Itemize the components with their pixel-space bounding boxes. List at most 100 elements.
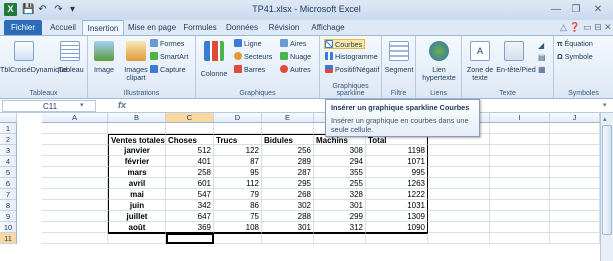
tab-donnees[interactable]: Données xyxy=(222,20,262,35)
row-header[interactable]: 4 xyxy=(0,156,17,167)
row-header[interactable]: 2 xyxy=(0,134,17,145)
table-cell[interactable]: 342 xyxy=(166,200,214,211)
column-header[interactable]: E xyxy=(262,113,314,123)
grid-cell[interactable] xyxy=(428,167,490,178)
vertical-scrollbar[interactable]: ▴ xyxy=(600,113,613,261)
table-cell[interactable]: 112 xyxy=(214,178,262,189)
row-header[interactable]: 7 xyxy=(0,189,17,200)
grid-cell[interactable] xyxy=(42,167,108,178)
table-cell[interactable]: 87 xyxy=(214,156,262,167)
column-header[interactable]: B xyxy=(108,113,166,123)
table-cell[interactable]: 1090 xyxy=(366,222,428,233)
autres-button[interactable]: Autres xyxy=(280,65,311,75)
symbole-button[interactable]: Ω Symbole xyxy=(557,52,593,62)
grid-cell[interactable] xyxy=(166,233,214,244)
grid-cell[interactable] xyxy=(490,123,550,134)
grid-cell[interactable] xyxy=(428,222,490,233)
grid-cell[interactable] xyxy=(314,233,366,244)
table-cell[interactable]: 547 xyxy=(166,189,214,200)
grid-cell[interactable] xyxy=(42,156,108,167)
table-header-cell[interactable]: Trucs xyxy=(214,134,262,145)
formes-button[interactable]: Formes xyxy=(150,39,184,49)
table-cell[interactable]: 1071 xyxy=(366,156,428,167)
scroll-up-icon[interactable]: ▴ xyxy=(603,115,611,123)
table-cell[interactable]: 95 xyxy=(214,167,262,178)
grid-cell[interactable] xyxy=(490,156,550,167)
grid-cell[interactable] xyxy=(550,178,600,189)
tab-revision[interactable]: Révision xyxy=(264,20,304,35)
grid-cell[interactable] xyxy=(262,123,314,134)
colonne-button[interactable]: Colonne xyxy=(196,70,232,78)
grid-cell[interactable] xyxy=(214,233,262,244)
grid-cell[interactable] xyxy=(42,123,108,134)
fx-icon[interactable]: fx xyxy=(118,100,126,110)
table-header-cell[interactable]: Bidules xyxy=(262,134,314,145)
nuage-button[interactable]: Nuage xyxy=(280,52,311,62)
namebox-dropdown-icon[interactable]: ▾ xyxy=(80,101,84,109)
courbes-button[interactable]: Courbes xyxy=(324,39,366,49)
grid-cell[interactable] xyxy=(42,145,108,156)
table-cell[interactable]: 295 xyxy=(262,178,314,189)
table-cell[interactable]: 401 xyxy=(166,156,214,167)
grid-cell[interactable] xyxy=(428,233,490,244)
grid-cell[interactable] xyxy=(42,222,108,233)
grid-cell[interactable] xyxy=(550,123,600,134)
grid-cell[interactable] xyxy=(42,178,108,189)
scroll-thumb[interactable] xyxy=(602,125,612,235)
column-header[interactable]: J xyxy=(550,113,600,123)
tab-insertion[interactable]: Insertion xyxy=(82,20,124,35)
table-cell[interactable]: 79 xyxy=(214,189,262,200)
tab-formules[interactable]: Formules xyxy=(180,20,220,35)
table-header-cell[interactable]: Ventes totales xyxy=(108,134,166,145)
grid-cell[interactable] xyxy=(108,123,166,134)
table-cell[interactable]: août xyxy=(108,222,166,233)
table-cell[interactable]: 258 xyxy=(166,167,214,178)
equation-button[interactable]: π Équation xyxy=(557,39,593,49)
row-header[interactable]: 3 xyxy=(0,145,17,156)
table-cell[interactable]: 1198 xyxy=(366,145,428,156)
row-header[interactable]: 6 xyxy=(0,178,17,189)
grid-cell[interactable] xyxy=(490,200,550,211)
column-header[interactable]: D xyxy=(214,113,262,123)
entete-button[interactable]: En-tête/Pied xyxy=(496,66,536,74)
grid-cell[interactable] xyxy=(428,189,490,200)
table-cell[interactable]: 299 xyxy=(314,211,366,222)
smartart-button[interactable]: SmartArt xyxy=(150,52,188,62)
row-header[interactable]: 5 xyxy=(0,167,17,178)
grid-cell[interactable] xyxy=(214,123,262,134)
table-cell[interactable]: juin xyxy=(108,200,166,211)
grid-cell[interactable] xyxy=(42,200,108,211)
lien-button[interactable]: Lien hypertexte xyxy=(416,66,462,82)
table-cell[interactable]: 995 xyxy=(366,167,428,178)
close-button[interactable]: ✕ xyxy=(590,3,606,16)
ligne-button[interactable]: Ligne xyxy=(234,39,262,49)
tcd-button[interactable]: TblCroiséDynamique xyxy=(0,66,67,74)
tableau-button[interactable]: Tableau xyxy=(56,66,86,74)
row-header[interactable]: 10 xyxy=(0,222,17,233)
expand-formula-icon[interactable]: ▾ xyxy=(603,101,607,109)
spreadsheet-grid[interactable]: ABCDEFGHIJ12Ventes totalesChosesTrucsBid… xyxy=(0,113,600,261)
table-cell[interactable]: 1222 xyxy=(366,189,428,200)
table-cell[interactable]: janvier xyxy=(108,145,166,156)
grid-cell[interactable] xyxy=(366,233,428,244)
grid-cell[interactable] xyxy=(490,145,550,156)
grid-cell[interactable] xyxy=(42,189,108,200)
table-cell[interactable]: 75 xyxy=(214,211,262,222)
grid-cell[interactable] xyxy=(550,233,600,244)
tab-fichier[interactable]: Fichier xyxy=(4,20,42,35)
grid-cell[interactable] xyxy=(550,189,600,200)
select-all-corner[interactable] xyxy=(0,113,17,123)
grid-cell[interactable] xyxy=(428,200,490,211)
clipart-button[interactable]: Images clipart xyxy=(120,66,152,82)
table-cell[interactable]: 369 xyxy=(166,222,214,233)
secteurs-button[interactable]: Secteurs xyxy=(234,52,272,62)
grid-cell[interactable] xyxy=(490,222,550,233)
table-cell[interactable]: 308 xyxy=(314,145,366,156)
table-cell[interactable]: 647 xyxy=(166,211,214,222)
grid-cell[interactable] xyxy=(42,134,108,145)
grid-cell[interactable] xyxy=(490,233,550,244)
grid-cell[interactable] xyxy=(428,178,490,189)
table-cell[interactable]: 288 xyxy=(262,211,314,222)
table-header-cell[interactable]: Choses xyxy=(166,134,214,145)
table-cell[interactable]: avril xyxy=(108,178,166,189)
